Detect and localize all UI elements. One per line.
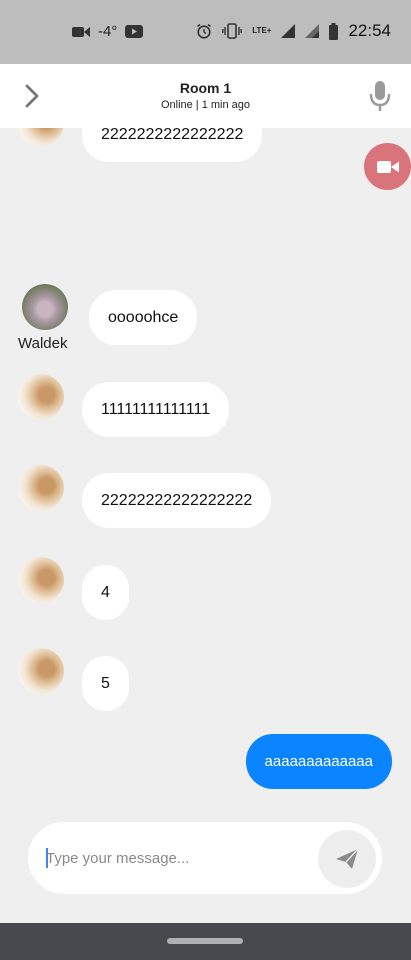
video-call-button[interactable]	[364, 143, 411, 190]
video-notification-icon	[72, 26, 90, 37]
status-right: LTE+ 22:54	[196, 21, 391, 41]
avatar	[18, 648, 64, 694]
alarm-icon	[197, 23, 212, 39]
message-bubble[interactable]: 5	[82, 656, 129, 711]
signal-icon	[281, 24, 296, 38]
network-type: LTE+	[252, 26, 272, 35]
temperature: -4°	[98, 23, 118, 40]
status-left: -4°	[72, 23, 144, 40]
message-composer	[28, 822, 382, 894]
send-button[interactable]	[318, 830, 376, 888]
avatar	[18, 557, 64, 603]
message-bubble[interactable]: ooooohce	[89, 290, 198, 345]
microphone-icon[interactable]	[369, 80, 391, 112]
message-bubble[interactable]: 22222222222222222	[82, 473, 272, 528]
avatar	[22, 284, 68, 330]
text-caret	[46, 848, 48, 868]
signal-icon-2	[305, 24, 320, 38]
vibrate-icon	[222, 23, 243, 39]
message-bubble[interactable]: 4	[82, 565, 129, 620]
video-camera-icon	[376, 160, 399, 173]
home-gesture-pill[interactable]	[167, 938, 243, 944]
sender-name: Waldek	[18, 335, 68, 352]
message-bubble[interactable]: 2222222222222222	[82, 128, 263, 162]
room-status: Online | 1 min ago	[160, 99, 251, 111]
message-input[interactable]	[46, 844, 306, 872]
outgoing-message-bubble[interactable]: aaaaaaaaaaaaa	[245, 734, 392, 789]
avatar	[18, 465, 64, 511]
avatar	[18, 374, 64, 420]
battery-icon	[329, 22, 339, 40]
header-center: Room 1 Online | 1 min ago	[0, 80, 411, 111]
clock: 22:54	[348, 21, 391, 40]
avatar	[18, 128, 64, 146]
youtube-icon	[125, 25, 144, 38]
message-list[interactable]: 2222222222222222 Waldek ooooohce 1111111…	[0, 128, 411, 822]
status-bar: -4° LTE+ 22:54	[0, 0, 411, 64]
chat-header: Room 1 Online | 1 min ago	[0, 64, 411, 128]
send-icon	[336, 848, 359, 869]
message-bubble[interactable]: 11111111111111	[82, 382, 230, 437]
room-title: Room 1	[179, 80, 232, 96]
system-nav-bar	[0, 923, 411, 960]
